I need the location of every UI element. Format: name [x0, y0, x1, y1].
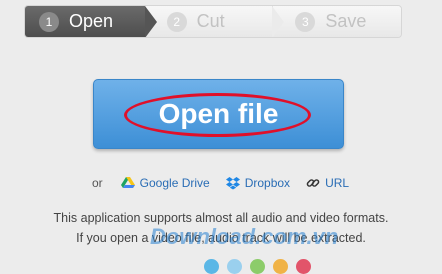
step-label: Save [325, 11, 367, 31]
dot [227, 259, 242, 274]
dot [250, 259, 265, 274]
step-cut[interactable]: 2 Cut [144, 6, 284, 37]
open-file-label: Open file [158, 98, 279, 129]
dot [204, 259, 219, 274]
step-save[interactable]: 3 Save [272, 6, 401, 37]
watermark-logo: Download.com.vn [150, 224, 339, 249]
step-label: Cut [196, 11, 225, 31]
google-drive-link[interactable]: Google Drive [120, 176, 210, 190]
step-open[interactable]: 1 Open [25, 6, 157, 37]
step-tabs: 1 Open 2 Cut 3 Save [24, 5, 402, 38]
decorative-dots [204, 259, 319, 274]
dropbox-label: Dropbox [244, 176, 291, 190]
open-file-button[interactable]: Open file [93, 79, 344, 149]
dropbox-icon [225, 177, 240, 190]
source-options: or Google Drive Dropbox URL [92, 174, 365, 192]
step-number: 3 [295, 11, 316, 32]
step-number: 1 [39, 11, 59, 32]
url-label: URL [325, 176, 350, 190]
google-drive-label: Google Drive [139, 176, 210, 190]
link-icon [306, 179, 320, 187]
dot [296, 259, 311, 274]
step-label: Open [69, 11, 114, 31]
formats-note: This application supports almost all aud… [53, 211, 389, 225]
or-label: or [92, 176, 103, 190]
url-link[interactable]: URL [306, 176, 349, 190]
dropbox-link[interactable]: Dropbox [225, 176, 291, 190]
dot [273, 259, 288, 274]
google-drive-icon [120, 177, 135, 188]
step-number: 2 [166, 11, 187, 32]
